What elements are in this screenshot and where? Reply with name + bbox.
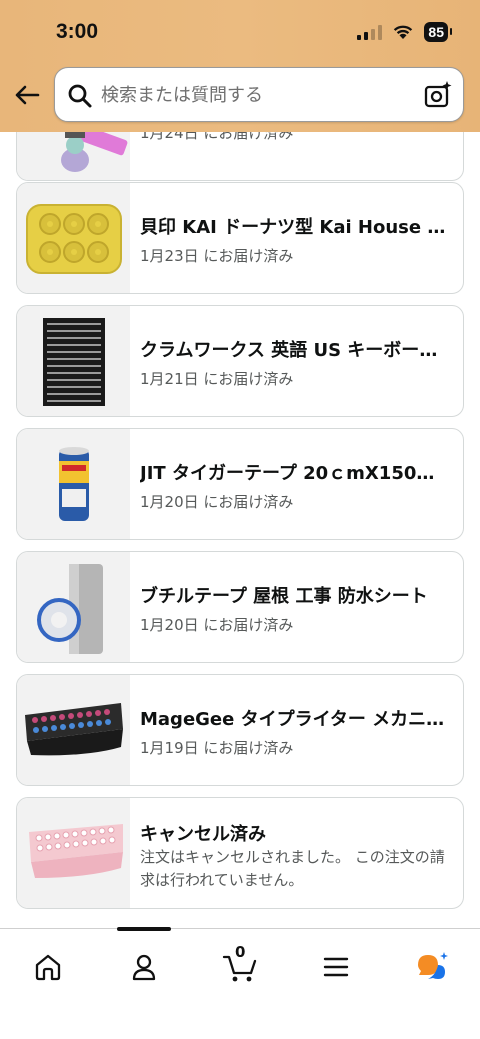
nav-rufus-button[interactable] — [410, 947, 454, 987]
bottom-navigation: 0 — [0, 927, 480, 1039]
order-status-title: キャンセル済み — [140, 824, 266, 845]
cellular-signal-icon — [357, 24, 383, 40]
product-thumbnail — [17, 183, 130, 293]
order-card[interactable]: 貝印 KAI ドーナツ型 Kai House Select 6個取 1月23日 … — [16, 182, 464, 294]
back-arrow-icon — [15, 85, 40, 105]
delivery-status: 1月19日 にお届け済み — [140, 739, 294, 757]
delivery-status: 1月20日 にお届け済み — [140, 493, 294, 511]
product-thumbnail — [17, 675, 130, 785]
order-card[interactable]: JIT タイガーテープ 20ｃmX150ｃm 1月20日 にお届け済み — [16, 428, 464, 540]
back-button[interactable] — [12, 80, 44, 112]
product-thumbnail — [17, 798, 130, 908]
search-icon — [68, 84, 92, 108]
status-icons: 85 — [357, 20, 452, 44]
order-title: JIT タイガーテープ 20ｃmX150ｃm — [140, 463, 448, 484]
delivery-status: 1月20日 にお届け済み — [140, 616, 294, 634]
order-card[interactable]: クラムワークス 英語 US キーボードシール 1月21日 にお届け済み — [16, 305, 464, 417]
search-bar[interactable] — [54, 67, 464, 122]
nav-account-button[interactable] — [122, 947, 166, 987]
status-time: 3:00 — [56, 20, 99, 43]
camera-search-button[interactable] — [423, 80, 453, 114]
product-thumbnail — [17, 429, 130, 539]
order-card[interactable]: ブチルテープ 屋根 工事 防水シート 1月20日 にお届け済み — [16, 551, 464, 663]
battery-indicator: 85 — [424, 22, 452, 42]
delivery-status: 1月21日 にお届け済み — [140, 370, 294, 388]
account-icon — [132, 954, 156, 981]
home-icon — [35, 954, 61, 981]
cancellation-message: 注文はキャンセルされました。 この注文の請求は行われていません。 — [140, 848, 445, 889]
cart-count: 0 — [235, 943, 246, 961]
order-card[interactable]: キャンセル済み 注文はキャンセルされました。 この注文の請求は行われていません。 — [16, 797, 464, 909]
wifi-icon — [394, 25, 413, 39]
menu-icon — [323, 957, 349, 977]
order-title: MageGee タイプライター メカニカルキーボード — [140, 709, 448, 730]
order-title: 貝印 KAI ドーナツ型 Kai House Select 6個取 — [140, 217, 448, 238]
order-card[interactable]: MageGee タイプライター メカニカルキーボード 1月19日 にお届け済み — [16, 674, 464, 786]
header: 3:00 85 — [0, 0, 480, 132]
nav-cart-button[interactable]: 0 — [218, 943, 262, 987]
product-thumbnail — [17, 306, 130, 416]
camera-sparkle-icon — [424, 81, 452, 108]
delivery-status: 1月23日 にお届け済み — [140, 247, 294, 265]
active-tab-indicator — [117, 927, 171, 931]
nav-home-button[interactable] — [26, 947, 70, 987]
rufus-assistant-icon — [418, 952, 448, 979]
order-title: ブチルテープ 屋根 工事 防水シート — [140, 586, 428, 607]
product-thumbnail — [17, 552, 130, 662]
nav-menu-button[interactable] — [314, 947, 358, 987]
search-input[interactable] — [101, 80, 411, 110]
order-title: クラムワークス 英語 US キーボードシール — [140, 340, 448, 361]
